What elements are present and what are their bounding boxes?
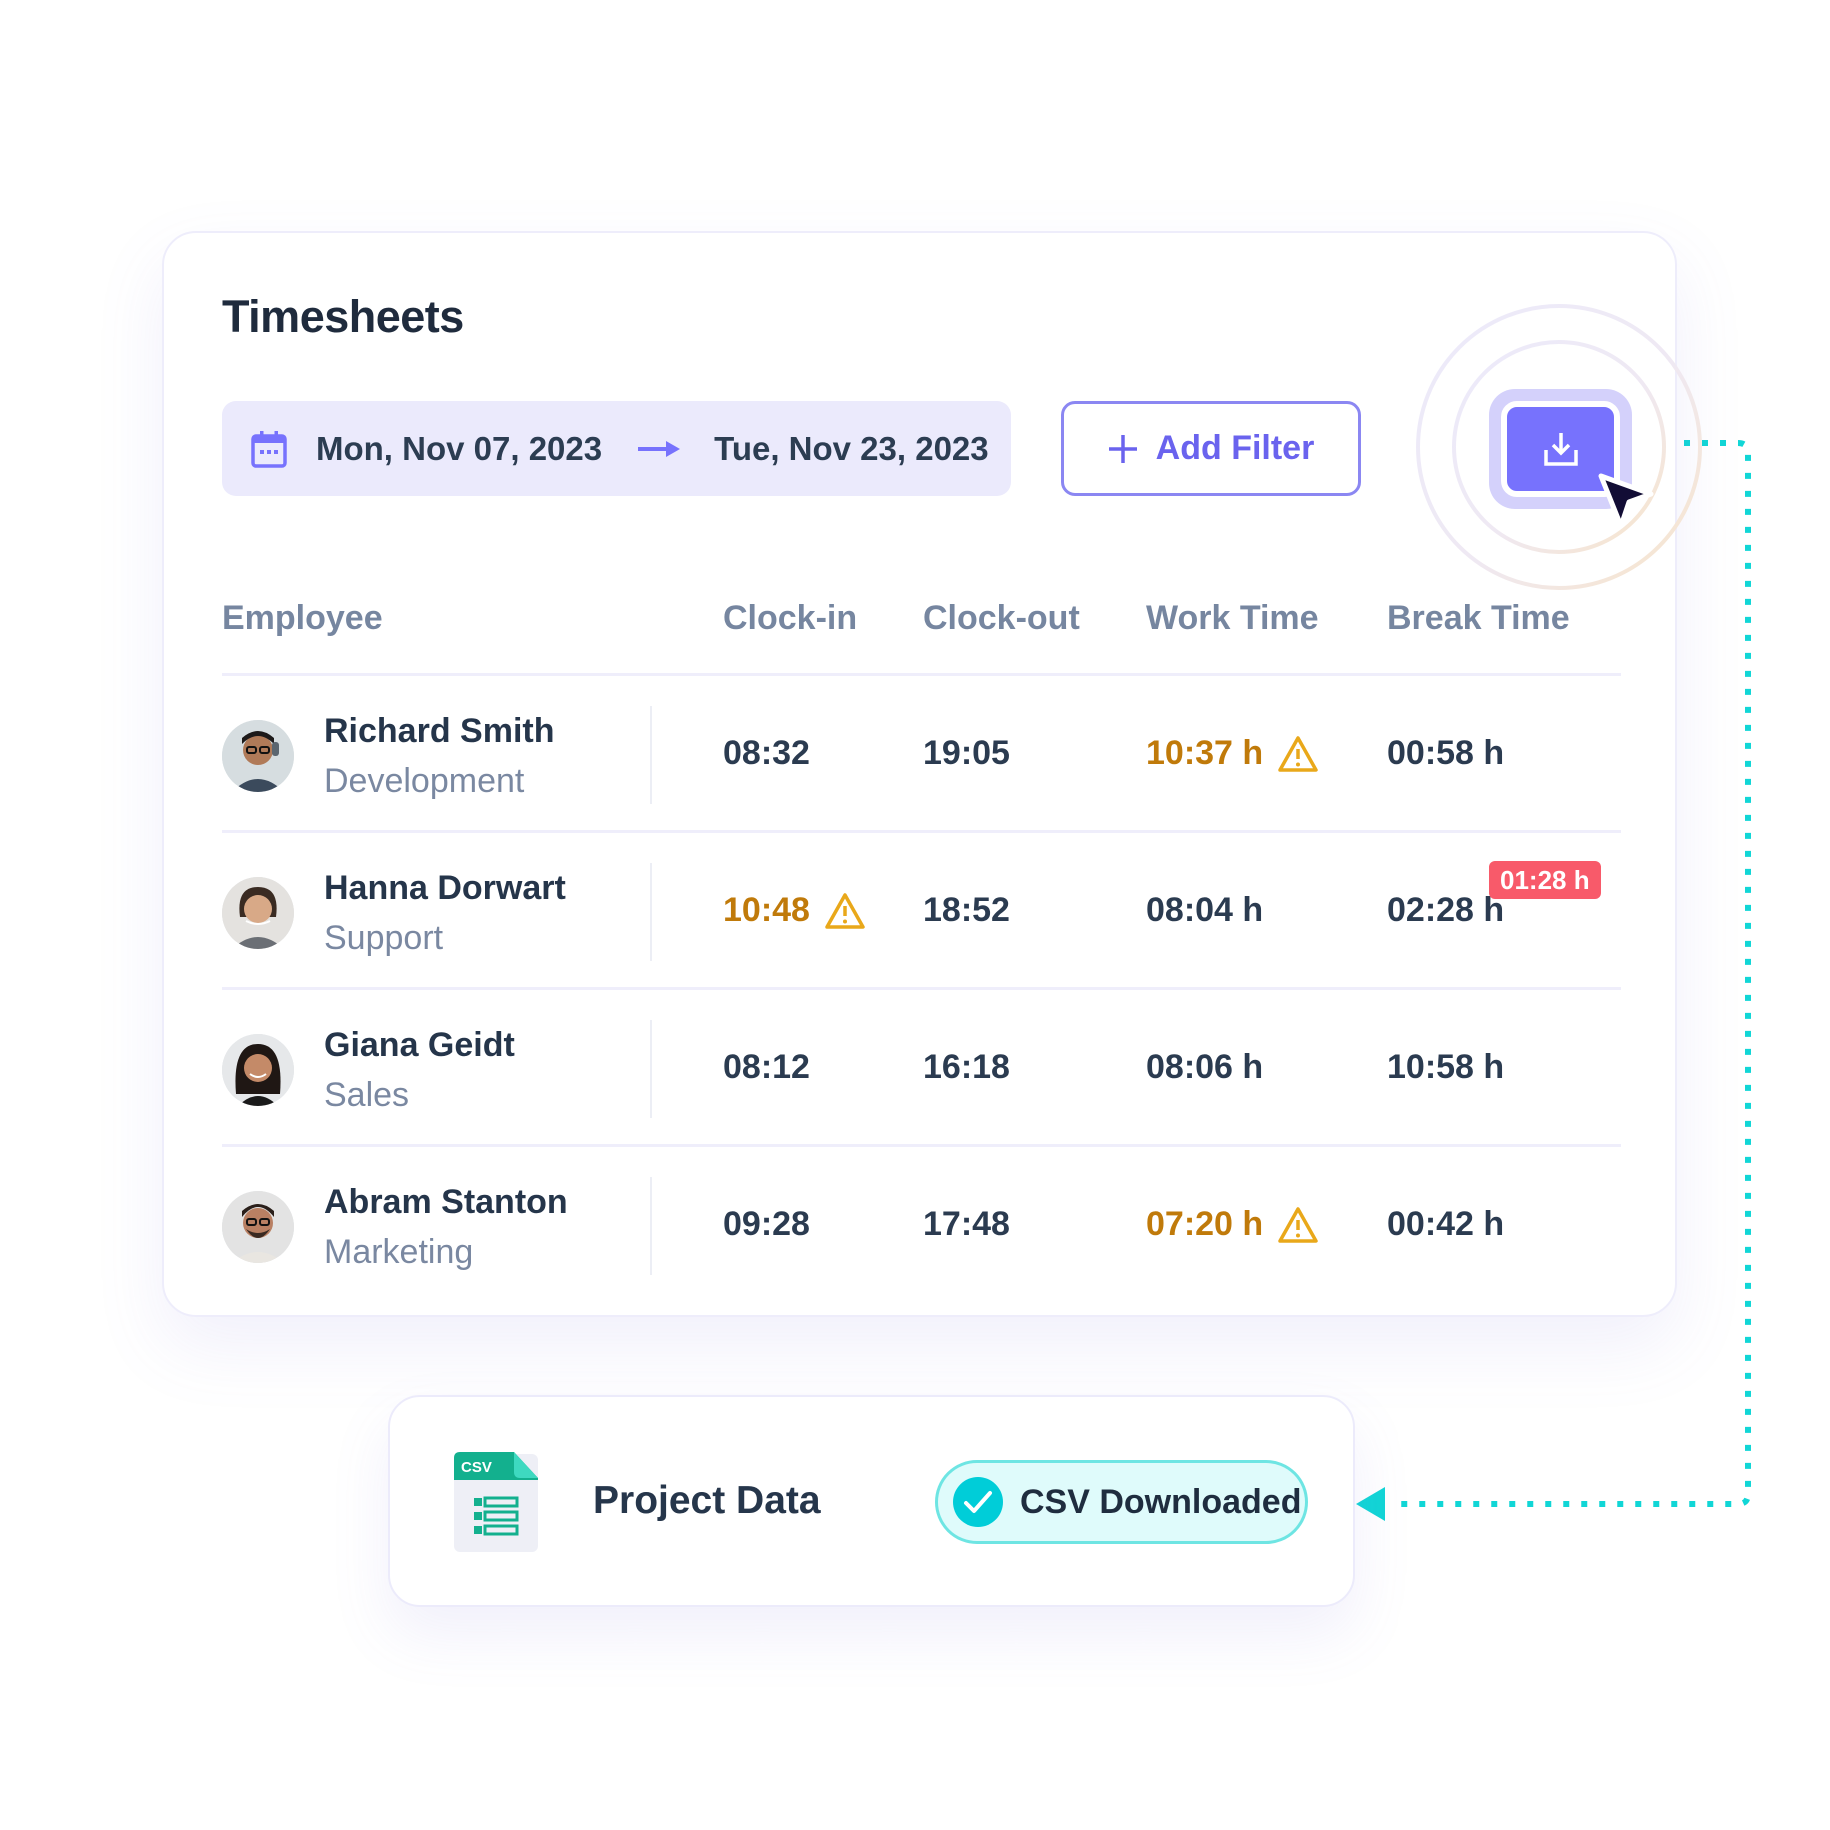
table-row[interactable]: Giana Geidt Sales 08:12 16:18 08:06 h 10… [164, 990, 1675, 1146]
column-header-work-time[interactable]: Work Time [1146, 599, 1319, 638]
avatar [222, 1191, 294, 1263]
employee-department: Sales [324, 1076, 410, 1114]
warning-icon [825, 892, 865, 929]
column-header-break-time[interactable]: Break Time [1387, 599, 1570, 638]
check-circle-icon [953, 1477, 1003, 1527]
export-result-card: CSV Project Data CSV Downloaded [388, 1395, 1355, 1607]
table-row[interactable]: Hanna Dorwart Support 10:48 18:52 08:04 … [164, 833, 1675, 989]
export-file-title: Project Data [593, 1479, 821, 1522]
date-range-picker[interactable]: Mon, Nov 07, 2023 Tue, Nov 23, 2023 [222, 401, 1011, 496]
break-overage-badge: 01:28 h [1489, 861, 1601, 899]
pointer-cursor-icon [1598, 473, 1654, 529]
clock-out-cell: 18:52 [923, 891, 1010, 929]
download-status-label: CSV Downloaded [1020, 1482, 1302, 1521]
break-time-cell: 10:58 h [1387, 1048, 1505, 1086]
work-time-cell: 07:20 h [1146, 1205, 1319, 1244]
break-time-cell: 00:42 h [1387, 1205, 1505, 1243]
column-divider [650, 863, 652, 961]
clock-out-cell: 19:05 [923, 734, 1010, 772]
column-header-clock-out[interactable]: Clock-out [923, 599, 1080, 638]
clock-in-cell: 10:48 [723, 891, 866, 930]
column-header-clock-in[interactable]: Clock-in [723, 599, 857, 638]
table-row[interactable]: Richard Smith Development 08:32 19:05 10… [164, 676, 1675, 832]
table-row[interactable]: Abram Stanton Marketing 09:28 17:48 07:2… [164, 1147, 1675, 1303]
end-date[interactable]: Tue, Nov 23, 2023 [714, 430, 989, 468]
warning-icon [1278, 1206, 1318, 1243]
timesheets-card: Timesheets Mon, Nov 07, 2023 Tue, Nov 23… [162, 231, 1702, 1317]
employee-name: Richard Smith [324, 712, 555, 750]
avatar [222, 877, 294, 949]
column-divider [650, 1177, 652, 1275]
employee-name: Hanna Dorwart [324, 869, 566, 907]
employee-department: Development [324, 762, 525, 800]
column-header-employee[interactable]: Employee [222, 599, 383, 638]
add-filter-button[interactable]: Add Filter [1061, 401, 1361, 496]
avatar [222, 1034, 294, 1106]
clock-out-cell: 17:48 [923, 1205, 1010, 1243]
clock-out-cell: 16:18 [923, 1048, 1010, 1086]
add-filter-label: Add Filter [1155, 429, 1315, 467]
employee-name: Abram Stanton [324, 1183, 568, 1221]
column-divider [650, 1020, 652, 1118]
work-time-cell: 10:37 h [1146, 734, 1319, 773]
download-status-badge: CSV Downloaded [935, 1460, 1308, 1544]
work-time-cell: 08:04 h [1146, 891, 1264, 929]
clock-in-cell: 08:12 [723, 1048, 810, 1086]
employee-department: Marketing [324, 1233, 474, 1271]
break-time-cell: 00:58 h [1387, 734, 1505, 772]
clock-in-cell: 09:28 [723, 1205, 810, 1243]
start-date[interactable]: Mon, Nov 07, 2023 [316, 430, 602, 468]
arrowhead-icon [1356, 1487, 1385, 1521]
clock-in-cell: 08:32 [723, 734, 810, 772]
csv-file-label: CSV [461, 1459, 492, 1476]
calendar-icon [251, 430, 287, 468]
csv-file-icon: CSV [454, 1452, 538, 1552]
warning-icon [1278, 735, 1318, 772]
avatar [222, 720, 294, 792]
work-time-cell: 08:06 h [1146, 1048, 1264, 1086]
page-title: Timesheets [222, 291, 464, 342]
download-icon [1543, 433, 1578, 466]
column-divider [650, 706, 652, 804]
break-time-cell: 02:28 h [1387, 891, 1505, 929]
employee-department: Support [324, 919, 444, 957]
arrow-right-icon [638, 440, 681, 457]
employee-name: Giana Geidt [324, 1026, 515, 1064]
plus-icon [1108, 434, 1137, 463]
